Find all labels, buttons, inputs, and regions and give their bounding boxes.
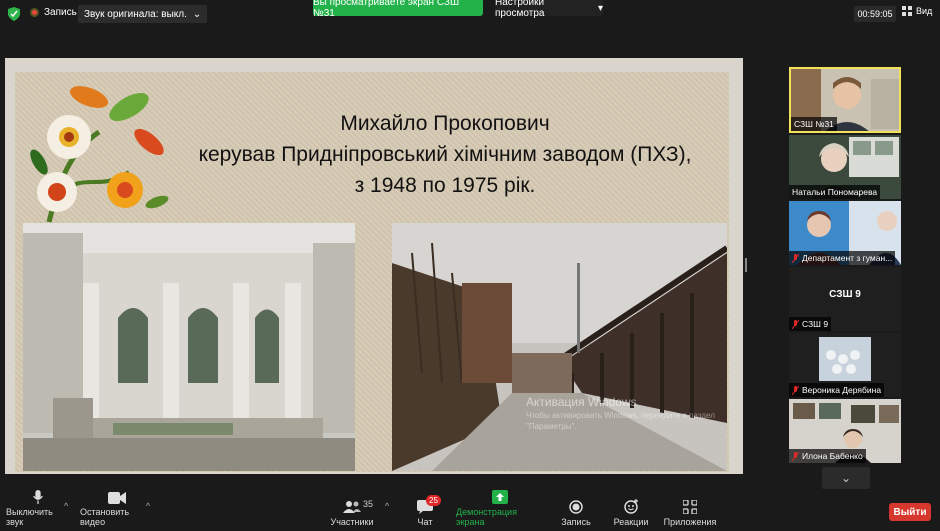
microphone-icon bbox=[33, 490, 43, 504]
original-audio-button[interactable]: Звук оригинала: выкл. ⌄ bbox=[78, 5, 208, 23]
participant-name-text: СЗШ 9 bbox=[802, 319, 829, 329]
muted-mic-icon bbox=[792, 319, 799, 329]
participant-name: Департамент з гуман... bbox=[789, 251, 896, 265]
participants-label: Участники bbox=[330, 517, 374, 527]
top-bar: Запись Звук оригинала: выкл. ⌄ Вы просма… bbox=[0, 0, 940, 28]
screen-share-notice: Вы просматриваете экран СЗШ №31 bbox=[313, 0, 483, 19]
muted-mic-icon bbox=[792, 385, 799, 395]
panel-resize-handle[interactable] bbox=[745, 258, 747, 272]
participant-name-text: Натальи Пономарева bbox=[792, 187, 878, 197]
participant-name: СЗШ №31 bbox=[791, 117, 837, 131]
chat-label: Чат bbox=[417, 517, 433, 527]
participant-tile[interactable]: Вероника Дерябина bbox=[789, 333, 901, 397]
participants-button[interactable]: Участники bbox=[330, 490, 374, 531]
participant-name-text: Вероника Дерябина bbox=[802, 385, 882, 395]
meeting-toolbar: Выключить звук ^ Остановить видео ^ Учас… bbox=[0, 490, 940, 531]
stop-video-label: Остановить видео bbox=[80, 507, 130, 527]
participant-name: Натальи Пономарева bbox=[789, 185, 881, 199]
share-screen-button[interactable]: Демонстрация экрана bbox=[456, 490, 544, 531]
record-button[interactable]: Запись bbox=[558, 490, 594, 531]
view-label: Вид bbox=[916, 6, 933, 16]
share-screen-icon bbox=[492, 490, 508, 504]
chevron-up-icon[interactable]: ^ bbox=[385, 501, 389, 511]
slide-title-line-3: з 1948 по 1975 рік. bbox=[354, 174, 536, 197]
record-label: Запись bbox=[561, 517, 591, 527]
chevron-down-icon: ⌄ bbox=[192, 8, 202, 20]
participant-tile[interactable]: СЗШ 9 СЗШ 9 bbox=[789, 267, 901, 331]
participant-tile[interactable]: Илона Бабенко bbox=[789, 399, 901, 463]
record-icon bbox=[569, 500, 583, 514]
video-camera-icon bbox=[108, 492, 126, 504]
participant-tile[interactable]: СЗШ №31 bbox=[789, 67, 901, 133]
participant-name-text: Илона Бабенко bbox=[802, 451, 863, 461]
chevron-down-icon: ⌄ bbox=[840, 471, 852, 485]
original-audio-label: Звук оригинала: выкл. bbox=[84, 8, 187, 20]
view-options-button[interactable]: Настройки просмотра ▾ bbox=[495, 0, 603, 19]
recording-label: Запись bbox=[44, 7, 77, 18]
reactions-button[interactable]: Реакции bbox=[612, 490, 650, 531]
mute-label: Выключить звук bbox=[6, 507, 53, 527]
reactions-label: Реакции bbox=[613, 517, 649, 527]
view-options-label: Настройки просмотра bbox=[495, 0, 545, 19]
muted-mic-icon bbox=[792, 451, 799, 461]
gallery-scroll-down-button[interactable]: ⌄ bbox=[822, 467, 870, 489]
participant-tile[interactable]: Натальи Пономарева bbox=[789, 135, 901, 199]
view-button[interactable]: Вид bbox=[902, 6, 932, 16]
screen-share-notice-text: Вы просматриваете экран СЗШ №31 bbox=[313, 0, 460, 19]
apps-icon bbox=[683, 500, 697, 514]
stop-video-button[interactable]: Остановить видео bbox=[80, 490, 154, 531]
smiley-icon bbox=[623, 499, 638, 514]
chevron-up-icon[interactable]: ^ bbox=[146, 501, 150, 511]
participant-name: Илона Бабенко bbox=[789, 449, 866, 463]
participant-name: СЗШ 9 bbox=[789, 317, 832, 331]
windows-activation-subtitle: Чтобы активировать Windows, перейдите в … bbox=[526, 411, 715, 431]
share-screen-label: Демонстрация экрана bbox=[456, 507, 517, 527]
flower-ornament-image bbox=[30, 86, 169, 223]
participants-icon bbox=[343, 501, 361, 513]
recording-indicator[interactable]: Запись bbox=[30, 7, 77, 18]
grid-icon bbox=[902, 6, 912, 16]
muted-mic-icon bbox=[792, 253, 799, 263]
participants-count: 35 bbox=[363, 499, 374, 509]
leave-meeting-label: Выйти bbox=[893, 506, 927, 518]
apps-label: Приложения bbox=[663, 517, 717, 527]
slide-title-line-1: Михайло Прокопович bbox=[340, 112, 550, 135]
meeting-timer: 00:59:05 bbox=[854, 6, 896, 22]
shield-icon[interactable] bbox=[8, 7, 20, 21]
leave-meeting-button[interactable]: Выйти bbox=[889, 503, 931, 521]
windows-activation-watermark: Активация Windows bbox=[526, 395, 637, 409]
record-dot-icon bbox=[30, 8, 39, 17]
factory-photo bbox=[392, 223, 727, 471]
building-photo bbox=[23, 223, 355, 471]
chevron-up-icon[interactable]: ^ bbox=[64, 501, 68, 511]
slide-title-line-2: керував Придніпровський хімічним заводом… bbox=[198, 143, 692, 166]
participant-placeholder: СЗШ 9 bbox=[829, 289, 861, 300]
chevron-down-icon: ▾ bbox=[597, 2, 603, 14]
participant-tile[interactable]: Департамент з гуман... bbox=[789, 201, 901, 265]
slide-title: Михайло Прокопович керував Придніпровськ… bbox=[165, 108, 725, 201]
chat-unread-badge: 25 bbox=[426, 495, 441, 506]
timer-text: 00:59:05 bbox=[857, 9, 893, 19]
mute-button[interactable]: Выключить звук bbox=[6, 490, 70, 531]
participant-name-text: Департамент з гуман... bbox=[802, 253, 893, 263]
participant-name-text: СЗШ №31 bbox=[794, 119, 834, 129]
apps-button[interactable]: Приложения bbox=[662, 490, 718, 531]
participant-name: Вероника Дерябина bbox=[789, 383, 885, 397]
